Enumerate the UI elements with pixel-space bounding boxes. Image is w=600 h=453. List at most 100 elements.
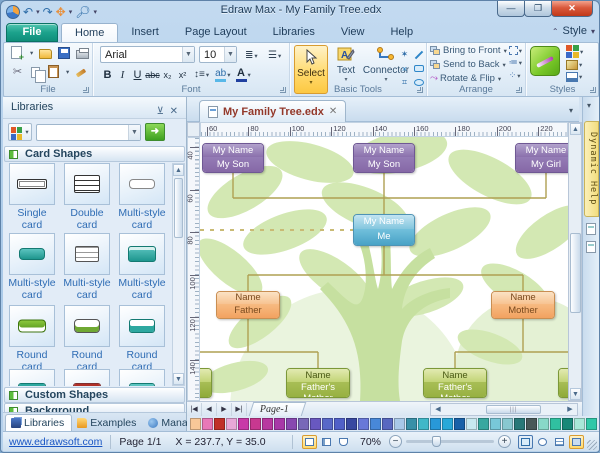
canvas-horizontal-scrollbar[interactable]: ◀ ||| ▶ (430, 403, 578, 416)
text-tool-button[interactable]: A Text ▾ (330, 46, 362, 83)
copy-icon[interactable] (31, 66, 46, 83)
fullscreen-view-icon[interactable] (336, 435, 351, 449)
color-swatch[interactable] (226, 417, 237, 430)
color-swatch[interactable] (190, 417, 201, 430)
strikethrough-button[interactable]: abc (145, 70, 160, 80)
scrollbar-thumb[interactable] (570, 233, 581, 313)
quick-style-button[interactable] (530, 46, 560, 76)
drawing-canvas[interactable]: My Name My Son My Name My Son My Name My Girl… (200, 137, 568, 401)
color-swatch[interactable] (358, 417, 369, 430)
scroll-down-icon[interactable]: ▼ (570, 388, 581, 400)
last-page-icon[interactable]: ▶| (232, 402, 247, 416)
grid-view-icon[interactable] (552, 435, 567, 449)
shape-multi-a[interactable]: Multi-style card (116, 163, 168, 231)
color-swatch[interactable] (394, 417, 405, 430)
color-swatch[interactable] (346, 417, 357, 430)
dynamic-help-tab[interactable]: Dynamic Help (584, 121, 599, 217)
tab-home[interactable]: Home (61, 23, 119, 42)
shape-round-b[interactable]: Round card (61, 305, 113, 373)
fill-style-icon[interactable]: ▾ (566, 60, 583, 70)
star-shape-icon[interactable]: ✶ (398, 48, 411, 61)
color-swatch[interactable] (286, 417, 297, 430)
color-swatch[interactable] (502, 417, 513, 430)
shape-round-c[interactable]: Round card (116, 305, 168, 373)
tab-view[interactable]: View (328, 23, 378, 42)
underline-button[interactable]: U (130, 69, 145, 81)
color-swatch[interactable] (274, 417, 285, 430)
line-style-icon[interactable]: ▾ (566, 72, 583, 82)
scroll-down-icon[interactable]: ▼ (173, 373, 184, 385)
maximize-button[interactable]: ❐ (524, 1, 552, 17)
page-view-icon[interactable] (319, 435, 334, 449)
scroll-up-icon[interactable]: ▲ (570, 123, 581, 135)
shape-double[interactable]: Double card (61, 163, 113, 231)
pan-window-icon[interactable] (569, 434, 584, 449)
family-node[interactable] (200, 368, 212, 398)
family-node-father-s-mother[interactable]: NameFather's Mother (423, 368, 487, 398)
theme-colors-icon[interactable]: ▾ (566, 45, 583, 58)
shape-part-c[interactable] (116, 369, 168, 386)
color-swatch[interactable] (526, 417, 537, 430)
tab-page-layout[interactable]: Page Layout (172, 23, 260, 42)
first-page-icon[interactable]: |◀ (187, 402, 202, 416)
color-swatch[interactable] (478, 417, 489, 430)
zoom-slider-thumb[interactable] (432, 436, 441, 447)
bullets-button[interactable]: ☰ ▾ (268, 47, 281, 64)
minimize-button[interactable]: — (497, 1, 525, 17)
previous-page-icon[interactable]: ◀ (202, 402, 217, 416)
section-custom-shapes[interactable]: Custom Shapes (4, 387, 185, 403)
help-page-icon[interactable] (586, 223, 596, 235)
close-document-icon[interactable]: ✕ (329, 106, 337, 117)
color-swatch[interactable] (322, 417, 333, 430)
tab-overflow-icon[interactable]: ▾ (569, 106, 573, 115)
highlight-color-button[interactable]: ab ▾ (215, 66, 231, 83)
basic-tools-dialog-launcher-icon[interactable] (417, 87, 423, 93)
color-swatch[interactable] (382, 417, 393, 430)
panel-tab-examples[interactable]: Examples (72, 414, 143, 431)
color-swatch[interactable] (238, 417, 249, 430)
color-swatch[interactable] (418, 417, 429, 430)
align-text-button[interactable]: ≣ ▾ (245, 47, 258, 64)
line-spacing-button[interactable]: ↕≡ ▾ (194, 66, 209, 83)
color-swatch[interactable] (298, 417, 309, 430)
section-card-shapes[interactable]: Card Shapes (4, 146, 185, 162)
color-swatch[interactable] (454, 417, 465, 430)
family-node-father-s-mother[interactable]: NameFather's Mother (286, 368, 350, 398)
canvas-vertical-scrollbar[interactable]: ▲ ▼ (568, 122, 582, 401)
styles-dialog-launcher-icon[interactable] (590, 87, 596, 93)
cut-icon[interactable]: ✂ (10, 65, 25, 78)
collapse-icon[interactable]: ▾ (587, 101, 591, 110)
bold-button[interactable]: B (100, 69, 115, 81)
file-tab[interactable]: File (6, 23, 58, 42)
font-color-button[interactable]: A ▾ (235, 66, 251, 83)
shape-round-a[interactable]: Round card (6, 305, 58, 373)
scroll-right-icon[interactable]: ▶ (564, 404, 576, 415)
distribute-shapes-icon[interactable]: ⁘ ▾ (509, 70, 522, 81)
color-swatch[interactable] (562, 417, 573, 430)
new-document-icon[interactable] (11, 46, 24, 62)
close-button[interactable]: ✕ (551, 1, 593, 17)
color-swatch[interactable] (514, 417, 525, 430)
family-node-my-son[interactable]: My Name My Son (202, 143, 264, 173)
color-swatch[interactable] (310, 417, 321, 430)
panel-tab-libraries[interactable]: Libraries (5, 414, 73, 431)
family-node-me[interactable]: My Name Me (353, 214, 415, 246)
color-swatch[interactable] (250, 417, 261, 430)
library-picker-button[interactable]: ▾ (8, 123, 32, 141)
shape-multi-b[interactable]: Multi-style card (6, 233, 58, 301)
color-swatch[interactable] (586, 417, 597, 430)
scrollbar-thumb[interactable]: ||| (486, 405, 541, 414)
zoom-out-icon[interactable]: − (389, 435, 402, 448)
arrange-dialog-launcher-icon[interactable] (516, 87, 522, 93)
shape-part-a[interactable] (6, 369, 58, 386)
color-swatch[interactable] (538, 417, 549, 430)
zoom-slider[interactable] (406, 436, 494, 447)
line-shape-icon[interactable] (412, 48, 425, 61)
file-dialog-launcher-icon[interactable] (83, 87, 89, 93)
family-node-father[interactable]: Name Father (216, 291, 280, 319)
tab-libraries[interactable]: Libraries (260, 23, 328, 42)
open-icon[interactable] (39, 49, 53, 59)
delete-shape-icon[interactable]: × (398, 62, 411, 75)
rectangle-shape-icon[interactable] (412, 62, 425, 75)
style-menu-button[interactable]: ⌃ Style ▾ (552, 25, 595, 37)
